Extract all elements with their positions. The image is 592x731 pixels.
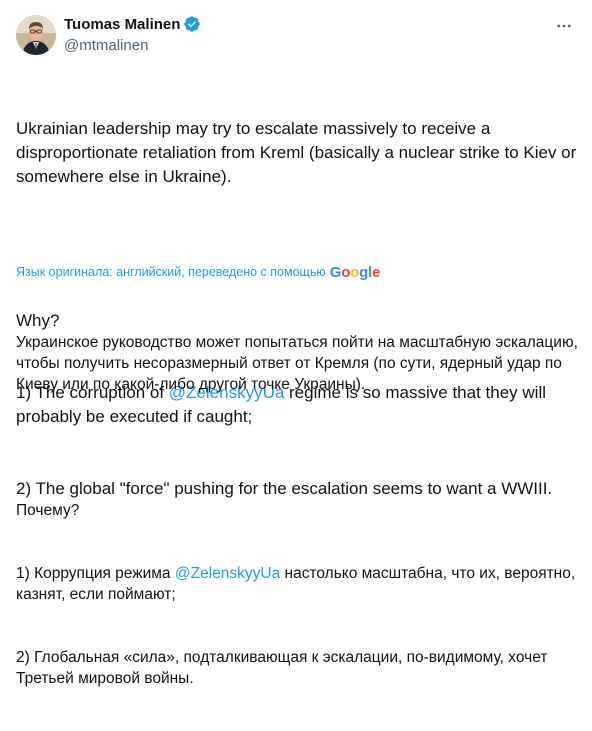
tweet-card: Tuomas Malinen @mtmalinen Ukrainian lead…: [0, 0, 592, 687]
google-logo-icon: Google: [329, 263, 381, 281]
author-display-name[interactable]: Tuomas Malinen: [64, 16, 180, 33]
avatar-image: [16, 15, 56, 55]
tweet-paragraph: Ukrainian leadership may try to escalate…: [16, 119, 582, 186]
author-handle[interactable]: @mtmalinen: [64, 37, 148, 54]
translation-note-text: Язык оригинала: английский, переведено с…: [16, 265, 326, 279]
author-name-row: Tuomas Malinen: [64, 14, 201, 34]
verified-badge-icon[interactable]: [183, 15, 201, 33]
translated-text: Украинское руководство может попытаться …: [16, 290, 582, 731]
avatar[interactable]: [16, 15, 56, 55]
translation-note[interactable]: Язык оригинала: английский, переведено с…: [16, 262, 380, 282]
translated-why: Почему?: [16, 502, 80, 519]
translated-paragraph: Украинское руководство может попытаться …: [16, 334, 583, 393]
translated-point-2: 2) Глобальная «сила», подталкивающая к э…: [16, 649, 552, 687]
translated-point-1-pre: 1) Коррупция режима: [16, 565, 175, 582]
translated-point-1: 1) Коррупция режима @ZelenskyyUa настоль…: [16, 563, 582, 605]
more-options-icon[interactable]: [554, 16, 574, 36]
translated-mention-link[interactable]: @ZelenskyyUa: [175, 565, 280, 582]
